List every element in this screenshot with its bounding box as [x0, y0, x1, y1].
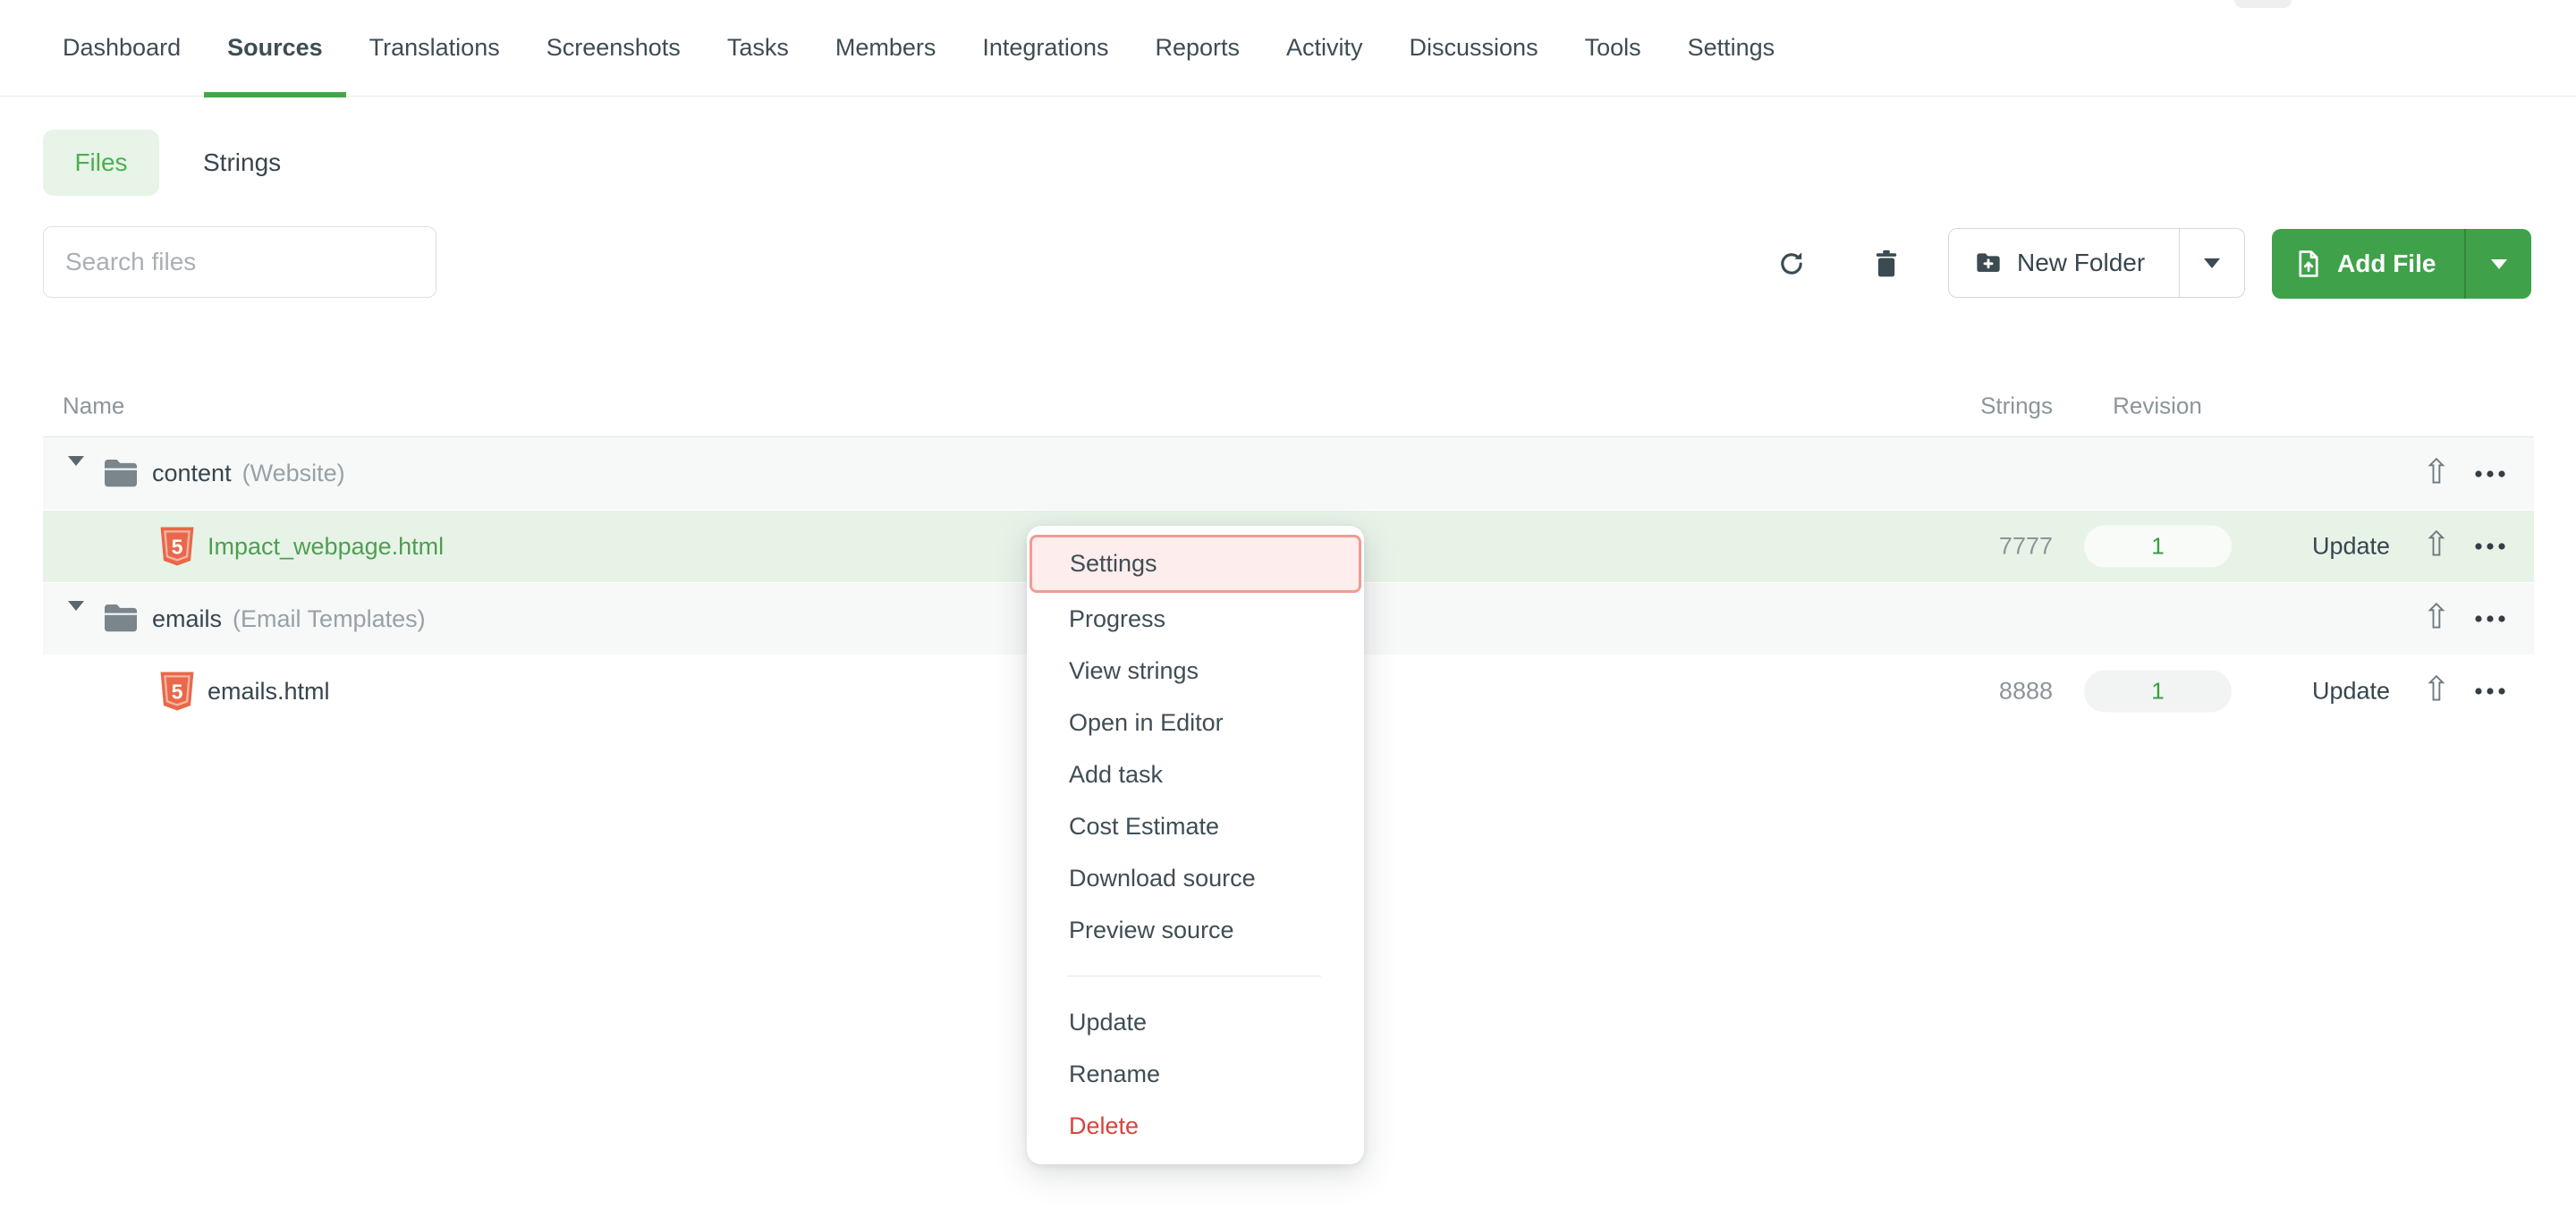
nav-item-activity[interactable]: Activity: [1286, 0, 1363, 97]
upload-arrow-icon[interactable]: ⇧: [2422, 455, 2451, 489]
column-header-name: Name: [63, 393, 124, 420]
upload-arrow-icon[interactable]: ⇧: [2422, 600, 2451, 634]
table-header: Name Strings Revision: [43, 376, 2534, 437]
file-name-link[interactable]: emails.html: [208, 678, 330, 706]
trash-icon: [1872, 249, 1901, 279]
context-menu-item-add-task[interactable]: Add task: [1027, 748, 1364, 800]
top-navigation: Dashboard Sources Translations Screensho…: [0, 0, 2576, 97]
delete-button[interactable]: [1869, 247, 1903, 281]
context-menu-item-rename[interactable]: Rename: [1027, 1048, 1364, 1100]
more-actions-icon[interactable]: [2474, 542, 2506, 551]
new-folder-button[interactable]: New Folder: [1948, 228, 2245, 298]
nav-item-tools[interactable]: Tools: [1585, 0, 1641, 97]
more-actions-icon[interactable]: [2474, 687, 2506, 696]
nav-item-discussions[interactable]: Discussions: [1410, 0, 1538, 97]
chevron-down-icon: [2204, 258, 2220, 268]
new-folder-dropdown[interactable]: [2180, 229, 2244, 297]
context-menu-item-update[interactable]: Update: [1027, 996, 1364, 1048]
file-upload-icon: [2293, 249, 2324, 279]
update-link[interactable]: Update: [2312, 678, 2390, 706]
nav-item-settings[interactable]: Settings: [1688, 0, 1775, 97]
tab-files[interactable]: Files: [43, 130, 159, 196]
add-file-dropdown[interactable]: [2466, 229, 2531, 299]
nav-item-tasks[interactable]: Tasks: [727, 0, 789, 97]
folder-name[interactable]: content: [152, 460, 232, 487]
refresh-icon: [1776, 249, 1807, 279]
new-folder-main[interactable]: New Folder: [1949, 229, 2179, 297]
context-menu-item-cost-estimate[interactable]: Cost Estimate: [1027, 800, 1364, 852]
upload-arrow-icon[interactable]: ⇧: [2422, 672, 2451, 706]
context-menu-item-progress[interactable]: Progress: [1027, 593, 1364, 645]
folder-annotation: (Website): [242, 460, 345, 487]
nav-item-translations[interactable]: Translations: [369, 0, 500, 97]
add-file-main[interactable]: Add File: [2272, 229, 2464, 299]
new-folder-label: New Folder: [2017, 249, 2145, 277]
folder-plus-icon: [1974, 249, 2003, 277]
folder-icon: [102, 603, 140, 635]
search-input[interactable]: [43, 226, 436, 298]
expand-caret-icon[interactable]: [68, 611, 84, 627]
svg-text:5: 5: [172, 680, 183, 703]
add-file-button[interactable]: Add File: [2272, 229, 2531, 299]
revision-badge[interactable]: 1: [2084, 671, 2232, 713]
nav-item-reports[interactable]: Reports: [1155, 0, 1240, 97]
cutoff-top-element: [2234, 0, 2292, 8]
column-header-strings: Strings: [1980, 393, 2053, 420]
more-actions-icon[interactable]: [2474, 614, 2506, 623]
nav-item-dashboard[interactable]: Dashboard: [63, 0, 181, 97]
context-menu-item-view-strings[interactable]: View strings: [1027, 645, 1364, 697]
strings-count: 8888: [1999, 678, 2053, 706]
nav-item-screenshots[interactable]: Screenshots: [547, 0, 681, 97]
strings-count: 7777: [1999, 533, 2053, 561]
file-context-menu: Settings Progress View strings Open in E…: [1027, 526, 1364, 1164]
expand-caret-icon[interactable]: [68, 466, 84, 482]
context-menu-item-open-in-editor[interactable]: Open in Editor: [1027, 697, 1364, 748]
upload-arrow-icon[interactable]: ⇧: [2422, 528, 2451, 562]
tab-strings[interactable]: Strings: [203, 130, 281, 196]
update-link[interactable]: Update: [2312, 533, 2390, 561]
html5-file-icon: 5: [159, 525, 195, 568]
context-menu-item-settings[interactable]: Settings: [1030, 535, 1361, 593]
folder-icon: [102, 458, 140, 490]
more-actions-icon[interactable]: [2474, 469, 2506, 478]
folder-annotation: (Email Templates): [233, 605, 426, 633]
table-row-folder-content[interactable]: content (Website) ⇧: [43, 437, 2534, 510]
context-menu-item-download-source[interactable]: Download source: [1027, 852, 1364, 904]
file-name-link[interactable]: Impact_webpage.html: [208, 533, 444, 561]
folder-name[interactable]: emails: [152, 605, 222, 633]
revision-badge[interactable]: 1: [2084, 526, 2232, 568]
svg-text:5: 5: [172, 535, 183, 558]
chevron-down-icon: [2491, 259, 2507, 269]
context-menu-item-delete[interactable]: Delete: [1027, 1100, 1364, 1152]
context-menu-item-preview-source[interactable]: Preview source: [1027, 904, 1364, 956]
nav-item-integrations[interactable]: Integrations: [982, 0, 1108, 97]
column-header-revision: Revision: [2113, 393, 2202, 420]
add-file-label: Add File: [2337, 249, 2436, 278]
nav-item-members[interactable]: Members: [835, 0, 936, 97]
refresh-button[interactable]: [1775, 247, 1809, 281]
nav-item-sources[interactable]: Sources: [227, 0, 323, 97]
html5-file-icon: 5: [159, 670, 195, 713]
